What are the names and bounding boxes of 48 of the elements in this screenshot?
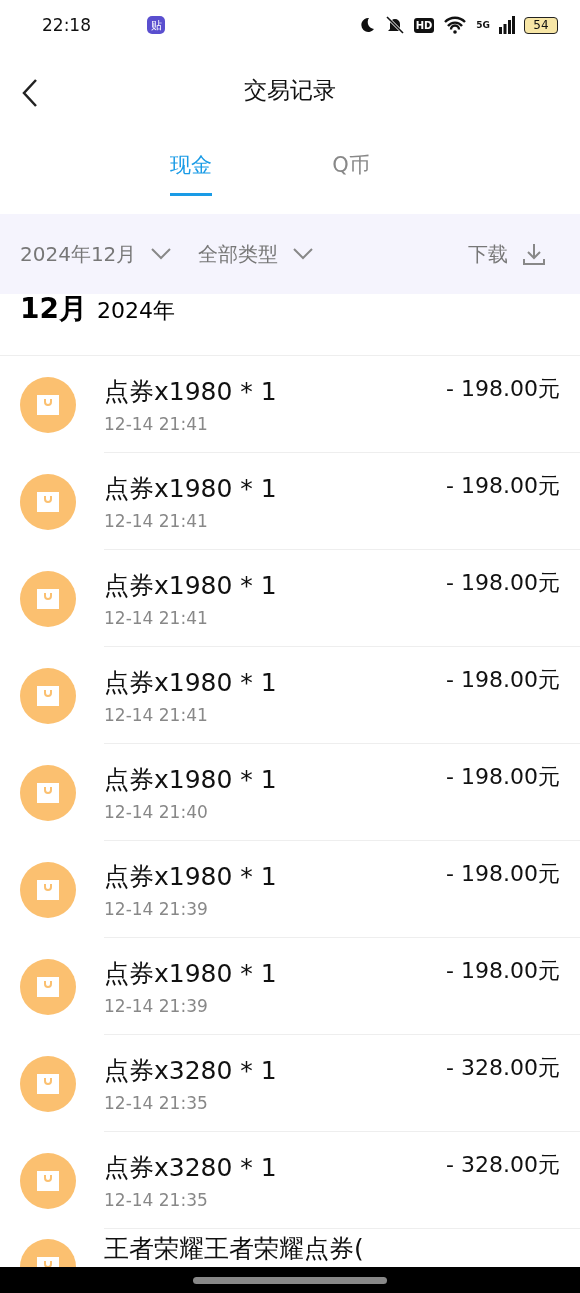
- section-month: 12月: [20, 294, 87, 324]
- transaction-title: 王者荣耀王者荣耀点券(: [104, 1232, 365, 1265]
- battery-level: 54: [533, 18, 549, 32]
- transaction-amount: - 198.00元: [446, 763, 560, 791]
- type-dropdown[interactable]: 全部类型: [198, 240, 315, 268]
- transaction-amount: - 198.00元: [446, 569, 560, 597]
- transaction-title: 点券x1980 * 1: [104, 860, 278, 893]
- page-title: 交易记录: [244, 75, 336, 105]
- download-button[interactable]: 下载: [468, 240, 546, 268]
- transaction-time: 12-14 21:41: [104, 607, 209, 628]
- transaction-amount: - 328.00元: [446, 1151, 560, 1179]
- transaction-title: 点券x1980 * 1: [104, 569, 278, 602]
- tab[interactable]: 现金: [170, 130, 213, 196]
- tab[interactable]: Q币: [332, 130, 370, 196]
- transaction-time: 12-14 21:35: [104, 1092, 209, 1113]
- app-notification-icon: 贴: [147, 16, 165, 34]
- section-year: 2024年: [96, 297, 175, 325]
- transaction-amount: - 198.00元: [446, 860, 560, 888]
- transaction-title: 点券x1980 * 1: [104, 957, 278, 990]
- transaction-title: 点券x3280 * 1: [104, 1054, 278, 1087]
- chevron-down-icon: [292, 247, 315, 261]
- transaction-title: 点券x3280 * 1: [104, 1151, 278, 1184]
- month-dropdown[interactable]: 2024年12月: [20, 240, 173, 268]
- transaction-amount: - 328.00元: [446, 1054, 560, 1082]
- transaction-time: 12-14 21:41: [104, 704, 209, 725]
- home-handle[interactable]: [193, 1276, 387, 1284]
- transaction-title: 点券x1980 * 1: [104, 375, 278, 408]
- transaction-time: 12-14 21:41: [104, 413, 209, 434]
- transaction-amount: - 198.00元: [446, 472, 560, 500]
- signal-icon: [499, 16, 515, 34]
- muted-bell-icon: [384, 15, 405, 35]
- chevron-down-icon: [150, 247, 173, 261]
- hd-badge: HD: [413, 17, 435, 33]
- transaction-amount: - 198.00元: [446, 666, 560, 694]
- wifi-icon: [443, 16, 468, 34]
- download-icon: [522, 242, 546, 266]
- transaction-time: 12-14 21:35: [104, 1189, 209, 1210]
- transaction-time: 12-14 21:39: [104, 898, 209, 919]
- transaction-title: 点券x1980 * 1: [104, 763, 278, 796]
- transaction-amount: - 198.00元: [446, 375, 560, 403]
- transaction-time: 12-14 21:41: [104, 510, 209, 531]
- transaction-time: 12-14 21:39: [104, 995, 209, 1016]
- clock-time: 22:18: [42, 15, 91, 35]
- transaction-time: 12-14 21:40: [104, 801, 209, 822]
- transaction-title: 点券x1980 * 1: [104, 472, 278, 505]
- transaction-title: 点券x1980 * 1: [104, 666, 278, 699]
- network-type: 5G: [476, 20, 490, 30]
- transaction-amount: - 198.00元: [446, 957, 560, 985]
